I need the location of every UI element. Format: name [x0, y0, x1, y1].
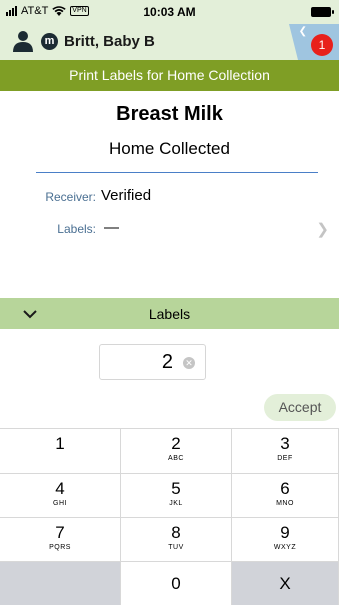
key-letters: JKL: [169, 500, 183, 507]
status-time: 10:03 AM: [143, 5, 196, 19]
key-8[interactable]: 8 TUV: [121, 517, 232, 561]
labels-section-title: Labels: [148, 306, 191, 322]
clear-icon[interactable]: ✕: [183, 357, 195, 369]
key-blank: [0, 561, 121, 605]
battery-icon: [311, 7, 334, 17]
key-letters: WXYZ: [273, 544, 297, 551]
key-digit: 7: [55, 523, 65, 542]
key-digit: 8: [171, 523, 181, 542]
key-9[interactable]: 9 WXYZ: [232, 517, 339, 561]
product-subtitle: Home Collected: [109, 139, 230, 158]
accept-button[interactable]: Accept: [264, 394, 336, 421]
quantity-input[interactable]: 2 ✕: [99, 344, 206, 380]
divider: [36, 172, 318, 173]
key-digit: 4: [55, 479, 65, 498]
key-digit: 5: [171, 479, 181, 498]
key-2[interactable]: 2 ABC: [121, 428, 232, 473]
product-name: Breast Milk: [116, 103, 223, 125]
key-digit: 2: [171, 434, 181, 453]
status-bar: AT&T VPN 10:03 AM: [0, 0, 339, 24]
key-7[interactable]: 7 PQRS: [0, 517, 121, 561]
key-x[interactable]: X: [232, 561, 339, 605]
key-digit: 1: [55, 434, 65, 453]
labels-label: Labels:: [57, 222, 96, 236]
key-letters: MNO: [276, 500, 294, 507]
chevron-left-icon[interactable]: ❮: [299, 26, 307, 37]
gender-icon: m: [41, 33, 58, 50]
key-letters: ABC: [168, 455, 184, 462]
key-6[interactable]: 6 MNO: [232, 473, 339, 517]
key-letters: PQRS: [49, 544, 71, 551]
key-0[interactable]: 0: [121, 561, 232, 605]
numeric-keypad: 1 2 ABC 3 DEF 4 GHI 5 JKL 6 MNO 7 PQRS 8…: [0, 428, 339, 605]
key-digit: 3: [280, 434, 290, 453]
key-4[interactable]: 4 GHI: [0, 473, 121, 517]
labels-value[interactable]: —: [104, 219, 119, 236]
key-letters: GHI: [53, 500, 67, 507]
key-letters: TUV: [168, 544, 184, 551]
page-title: Print Labels for Home Collection: [0, 60, 339, 91]
chevron-right-icon[interactable]: ❯: [316, 220, 329, 238]
person-icon: [13, 31, 33, 52]
patient-name: Britt, Baby B: [64, 33, 155, 50]
quantity-value[interactable]: 2: [162, 351, 173, 374]
patient-banner[interactable]: m Britt, Baby B ❮ 1: [0, 24, 339, 60]
notification-badge[interactable]: 1: [311, 34, 333, 56]
key-digit: 9: [280, 523, 290, 542]
key-3[interactable]: 3 DEF: [232, 428, 339, 473]
key-letters: DEF: [277, 455, 293, 462]
key-digit: 0: [171, 574, 181, 593]
key-5[interactable]: 5 JKL: [121, 473, 232, 517]
key-1[interactable]: 1: [0, 428, 121, 473]
key-digit: 6: [280, 479, 290, 498]
receiver-label: Receiver:: [45, 190, 96, 204]
key-digit: X: [279, 574, 291, 593]
labels-section-header[interactable]: Labels: [0, 298, 339, 329]
receiver-value: Verified: [101, 187, 152, 204]
